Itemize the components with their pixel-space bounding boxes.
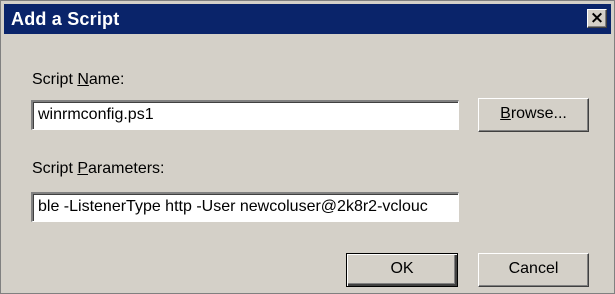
script-name-input[interactable]: winrmconfig.ps1 [31,100,459,130]
dialog-title: Add a Script [11,9,120,29]
browse-button[interactable]: Browse... [478,98,589,132]
script-parameters-label: Script Parameters: [32,160,165,177]
script-name-value: winrmconfig.ps1 [38,106,154,123]
add-script-dialog: Add a Script × Script Name: winrmconfig.… [0,0,615,294]
ok-button[interactable]: OK [346,253,458,287]
script-parameters-value: ble -ListenerType http -User newcoluser@… [38,198,428,215]
script-name-label: Script Name: [32,71,125,88]
close-icon[interactable]: × [587,9,607,28]
script-parameters-input[interactable]: ble -ListenerType http -User newcoluser@… [31,192,459,222]
cancel-button[interactable]: Cancel [478,253,589,287]
title-bar[interactable]: Add a Script × [4,4,611,34]
